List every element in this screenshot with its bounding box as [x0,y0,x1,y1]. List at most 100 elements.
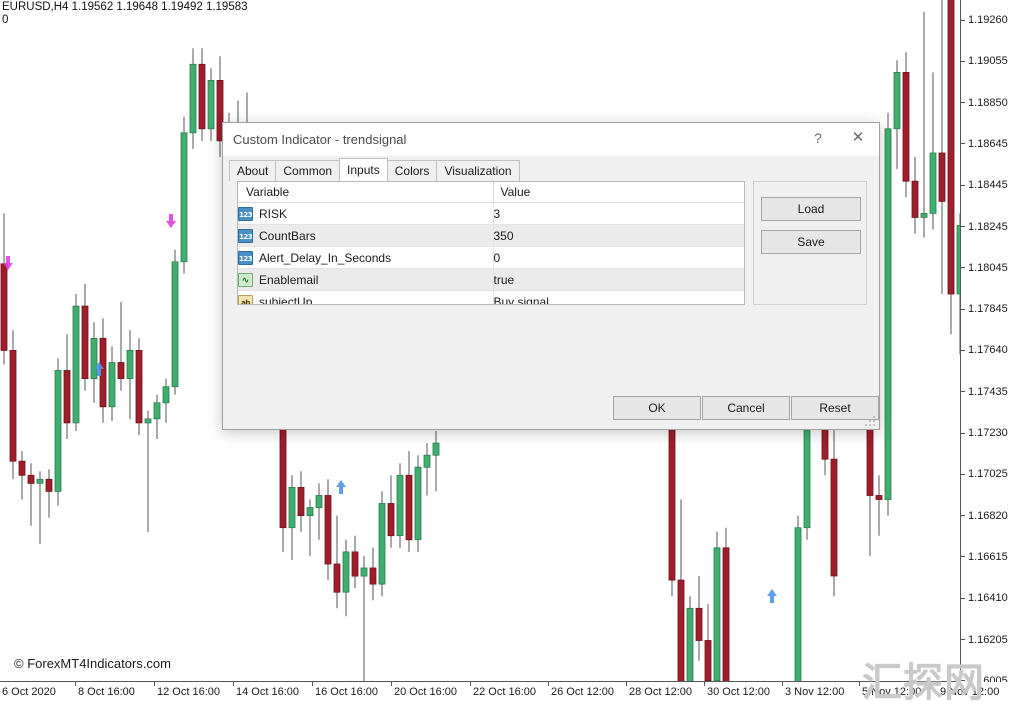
inputs-parameters-panel[interactable]: Variable Value 123 RISK 3 123 CountBars 350 12… [237,181,745,305]
buy-signal-arrow-icon [336,480,346,494]
candle-body [956,225,960,295]
candle-body [414,466,422,541]
price-value: 1.18445 [968,179,1008,192]
price-tick-label: 1.17025 [961,468,1008,480]
variable-name-label: Enablemail [259,272,319,287]
dialog-tabs[interactable]: About Common Inputs Colors Visualization [229,158,520,181]
symbol-ohlc-text: EURUSD,H4 1.19562 1.19648 1.19492 1.1958… [2,1,248,13]
candle-body [677,579,685,681]
candle-body [18,460,26,476]
resize-grip-icon[interactable] [865,416,876,427]
price-tick-label: 1.19055 [961,55,1008,67]
cell-value[interactable]: true [492,268,744,291]
cell-value[interactable]: 3 [492,202,744,225]
candle-body [722,547,730,681]
tick-mark [961,556,965,558]
tab-common[interactable]: Common [275,160,341,181]
close-icon[interactable]: ✕ [841,123,875,153]
table-row[interactable]: 123 CountBars 350 [238,224,744,247]
table-row[interactable]: 123 RISK 3 [238,202,744,225]
candle-body [686,607,694,681]
price-value: 1.18850 [968,96,1008,109]
candle-body [9,349,17,462]
time-tick-mark [75,682,76,686]
time-tick-mark [782,682,783,686]
candle-body [72,305,80,424]
candle-body [171,261,179,388]
price-value: 1.17435 [968,385,1008,398]
tab-about[interactable]: About [229,160,277,181]
variable-name-label: CountBars [259,228,316,243]
candle-body [45,478,53,492]
dialog-titlebar[interactable]: Custom Indicator - trendsignal ? ✕ [223,123,879,156]
tab-inputs[interactable]: Inputs [339,158,388,181]
int-type-icon: 123 [238,250,253,265]
candle-body [794,527,802,681]
candle-body [920,212,928,218]
save-button[interactable]: Save [761,230,861,254]
candle-body [911,180,919,218]
candle-body [126,349,134,379]
price-tick-label: 1.16205 [961,634,1008,646]
price-value: 1.17845 [968,303,1008,316]
tick-mark [961,349,965,351]
candle-body [0,263,8,351]
candle-body [189,63,197,134]
candle-body [884,128,892,500]
price-value: 1.16820 [968,509,1008,522]
table-row[interactable]: ∿ Enablemail true [238,268,744,291]
time-tick-label: 8 Oct 16:00 [78,686,135,698]
price-value: 1.16410 [968,592,1008,605]
load-button[interactable]: Load [761,197,861,221]
tab-label: About [237,164,269,178]
table-row[interactable]: 123 Alert_Delay_In_Seconds 0 [238,246,744,269]
candle-body [297,486,305,516]
cancel-button[interactable]: Cancel [702,396,790,420]
candle-body [324,495,332,565]
tick-mark [961,597,965,599]
table-row[interactable]: ab subjectUp Buy signal [238,290,744,304]
price-axis[interactable]: 1.19260 1.19055 1.18850 1.18645 1.18445 1.182… [961,0,1024,687]
help-icon[interactable]: ? [801,123,835,153]
candle-body [351,551,359,577]
ok-button[interactable]: OK [613,396,701,420]
price-tick-label: 1.18445 [961,179,1008,191]
copyright-label: © ForexMT4Indicators.com [14,656,171,671]
cell-value[interactable]: 350 [492,224,744,247]
price-tick-label: 1.18045 [961,262,1008,274]
tab-colors[interactable]: Colors [386,160,438,181]
column-header-value: Value [492,182,744,203]
sell-signal-arrow-icon [166,214,176,228]
parameters-table: Variable Value 123 RISK 3 123 CountBars 350 12… [238,182,744,304]
tick-mark [961,19,965,21]
int-type-icon: 123 [238,206,253,221]
price-tick-label: 1.16615 [961,551,1008,563]
symbol-ohlc-second-line: 0 [2,14,9,26]
time-tick-label: 6 Oct 2020 [2,686,56,698]
candle-body [135,349,143,424]
candle-body [396,474,404,537]
tick-mark [961,226,965,228]
custom-indicator-dialog[interactable]: Custom Indicator - trendsignal ? ✕ About… [222,122,880,430]
cell-variable: 123 CountBars [238,224,493,247]
candle-body [333,563,341,593]
tab-visualization[interactable]: Visualization [436,160,520,181]
tick-mark [961,391,965,393]
price-value: 1.17230 [968,427,1008,439]
price-tick-label: 1.16410 [961,592,1008,604]
price-value: 1.18045 [968,261,1008,274]
price-tick-label: 1.18645 [961,138,1008,150]
candle-body [830,458,838,577]
candle-body [902,72,910,182]
tab-label: Visualization [444,164,512,178]
candle-body [207,80,215,130]
cell-value[interactable]: 0 [492,246,744,269]
candle-body [929,152,937,214]
time-tick-mark [548,682,549,686]
candle-body [288,486,296,529]
candle-body [342,551,350,593]
dialog-footer: OK Cancel Reset [223,308,879,429]
cell-variable: ab subjectUp [238,290,493,304]
price-value: 1.17640 [968,344,1008,357]
cell-value[interactable]: Buy signal [492,290,744,304]
